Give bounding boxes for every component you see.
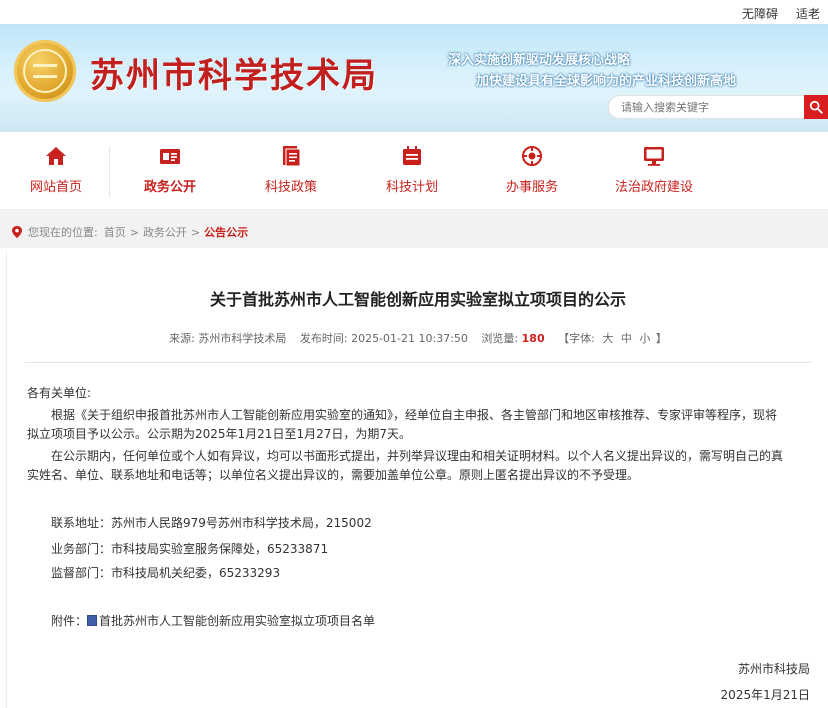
- signature-org: 苏州市科技局: [737, 662, 810, 676]
- breadcrumb-prefix: 您现在的位置:: [28, 226, 98, 239]
- nav-item-label: 科技计划: [385, 180, 438, 195]
- main-nav: 网站首页 政务公开 科技政策 科技计划 办事服务 法治政府建设: [0, 132, 828, 210]
- nav-item-label: 办事服务: [505, 180, 558, 195]
- time-label: 发布时间:: [299, 332, 348, 345]
- nav-item-policy[interactable]: 科技政策: [241, 144, 341, 195]
- breadcrumb-separator: >: [190, 225, 201, 239]
- attachment-row: 附件： 首批苏州市人工智能创新应用实验室拟立项项目名单: [27, 612, 811, 631]
- title-divider: [25, 362, 811, 363]
- attachment-label: 附件：: [51, 614, 88, 628]
- source-value: 苏州市科学技术局: [198, 332, 287, 345]
- nav-item-plan[interactable]: 科技计划: [362, 144, 462, 195]
- contact-supervise-dept: 监督部门：市科技局机关纪委，65233293: [51, 566, 281, 580]
- font-size-label: 【字体:: [558, 332, 595, 345]
- font-size-medium-button[interactable]: 中: [621, 332, 632, 345]
- policy-doc-icon: [283, 146, 301, 167]
- location-pin-icon: [12, 226, 22, 238]
- breadcrumb: 您现在的位置: 首页 > 政务公开 > 公告公示: [12, 224, 248, 240]
- service-icon: [522, 146, 542, 166]
- site-header: 苏州市科学技术局 深入实施创新驱动发展核心战略 加快建设具有全球影响力的产业科技…: [0, 24, 828, 132]
- top-utility-bar: 无障碍 适老版: [0, 0, 828, 38]
- attachment-link[interactable]: 首批苏州市人工智能创新应用实验室拟立项项目名单: [99, 614, 375, 628]
- breadcrumb-home[interactable]: 首页: [104, 224, 126, 240]
- nav-item-service[interactable]: 办事服务: [482, 144, 582, 195]
- search-box: [608, 95, 828, 119]
- nav-item-gov-open[interactable]: 政务公开: [120, 144, 220, 195]
- file-icon: [87, 615, 98, 626]
- views-count: 180: [521, 332, 545, 345]
- search-button[interactable]: [804, 95, 828, 119]
- nav-item-label: 政务公开: [143, 180, 196, 195]
- breadcrumb-gov-open[interactable]: 政务公开: [143, 224, 187, 240]
- article-container: 关于首批苏州市人工智能创新应用实验室拟立项项目的公示 来源: 苏州市科学技术局 …: [6, 250, 828, 708]
- slogan-line-1: 深入实施创新驱动发展核心战略: [448, 53, 631, 68]
- site-title[interactable]: 苏州市科学技术局: [90, 48, 378, 97]
- nav-divider: [109, 146, 110, 198]
- contact-business-dept: 业务部门：市科技局实验室服务保障处，65233871: [51, 542, 329, 556]
- source-label: 来源:: [169, 332, 195, 345]
- article-meta: 来源: 苏州市科学技术局 发布时间: 2025-01-21 10:37:50 浏…: [7, 330, 828, 346]
- views-label: 浏览量:: [481, 332, 519, 345]
- paragraph-2-line-2: 实姓名、单位、联系地址和电话等；以单位名义提出异议的，需要加盖单位公章。原则上匿…: [27, 468, 640, 482]
- article-title: 关于首批苏州市人工智能创新应用实验室拟立项项目的公示: [209, 290, 626, 309]
- font-size-label-end: 】: [655, 332, 667, 345]
- site-logo-emblem[interactable]: [14, 40, 76, 102]
- breadcrumb-bar: 您现在的位置: 首页 > 政务公开 > 公告公示: [0, 210, 828, 248]
- search-input[interactable]: [608, 95, 806, 119]
- nav-item-label: 法治政府建设: [614, 180, 693, 195]
- font-size-small-button[interactable]: 小: [639, 332, 650, 345]
- nav-item-home[interactable]: 网站首页: [6, 144, 106, 195]
- breadcrumb-separator: >: [129, 225, 139, 239]
- home-icon: [46, 147, 66, 165]
- time-value: 2025-01-21 10:37:50: [351, 332, 468, 345]
- nav-item-label: 科技政策: [264, 180, 317, 195]
- contact-address: 联系地址：苏州市人民路979号苏州市科学技术局，215002: [51, 516, 372, 530]
- search-icon: [809, 100, 823, 114]
- signature-date: 2025年1月21日: [720, 688, 810, 702]
- paragraph-2-line-1: 在公示期内，任何单位或个人如有异议，均可以书面形式提出，并列举异议理由和相关证明…: [51, 449, 784, 463]
- nav-item-rule-of-law[interactable]: 法治政府建设: [604, 144, 704, 195]
- accessibility-link[interactable]: 无障碍: [742, 5, 778, 22]
- nav-item-label: 网站首页: [29, 180, 82, 195]
- font-size-large-button[interactable]: 大: [602, 332, 613, 345]
- salutation: 各有关单位:: [27, 386, 92, 400]
- breadcrumb-current[interactable]: 公告公示: [204, 224, 248, 240]
- gov-open-icon: [160, 149, 180, 164]
- slogan-line-2: 加快建设具有全球影响力的产业科技创新高地: [476, 74, 737, 89]
- monitor-icon: [644, 147, 664, 166]
- paragraph-1-line-2: 拟立项项目予以公示。公示期为2025年1月21日至1月27日，为期7天。: [27, 427, 411, 441]
- plan-calendar-icon: [403, 146, 421, 165]
- paragraph-1-line-1: 根据《关于组织申报首批苏州市人工智能创新应用实验室的通知》，经单位自主申报、各主…: [51, 408, 778, 422]
